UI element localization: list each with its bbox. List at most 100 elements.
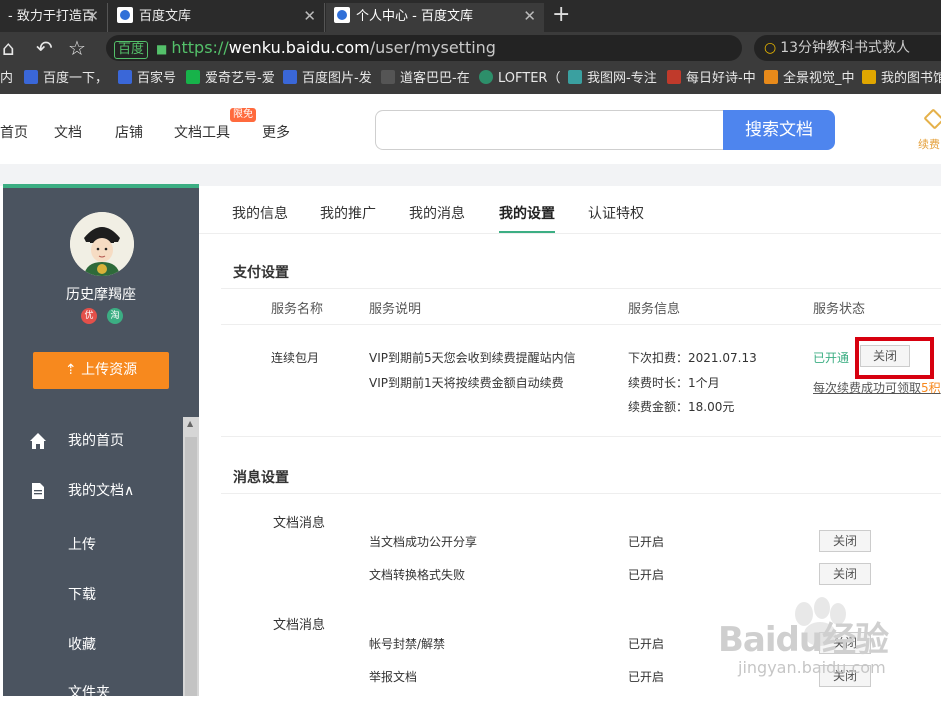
site-badge: 百度	[114, 41, 149, 59]
message-row-label: 举报文档	[369, 670, 418, 684]
bookmark[interactable]: 内	[0, 64, 13, 94]
bookmark-label: 百度一下，	[43, 71, 109, 86]
message-row-status: 已开启	[628, 535, 665, 549]
sidebar-sub-folders[interactable]: 文件夹	[68, 682, 110, 702]
close-button[interactable]: 关闭	[819, 563, 871, 585]
nav-docs[interactable]: 文档	[54, 122, 82, 142]
renew-reward-text: 每次续费成功可领取	[813, 381, 922, 395]
status-badge: 已开通	[813, 351, 850, 365]
tab-title: 个人中心 - 百度文库	[356, 9, 473, 24]
nav-home[interactable]: 首页	[0, 122, 28, 142]
username: 历史摩羯座	[66, 287, 136, 303]
iqiyi-icon	[186, 70, 200, 84]
close-icon[interactable]: ✕	[303, 3, 316, 30]
document-icon	[32, 483, 44, 499]
avatar[interactable]	[70, 212, 134, 276]
divider	[221, 436, 941, 437]
paw-icon	[283, 70, 297, 84]
page-background-band	[0, 164, 941, 186]
browser-search-box[interactable]: ○ 13分钟教科书式救人	[754, 35, 941, 61]
lock-icon: ■	[156, 42, 168, 56]
sidebar-sub-download[interactable]: 下载	[68, 584, 96, 604]
url-scheme: https://	[171, 38, 229, 57]
bookmark[interactable]: 百度一下，	[24, 64, 108, 94]
renew-reward-highlight: 5积	[921, 381, 941, 395]
home-icon[interactable]: ⌂	[2, 36, 15, 60]
address-bar[interactable]: 百度 ■ https://wenku.baidu.com/user/mysettin…	[106, 35, 826, 61]
search-docs-button[interactable]: 搜索文档	[723, 110, 835, 150]
scrollbar-thumb[interactable]	[185, 437, 197, 696]
bookmark[interactable]: LOFTER（	[479, 64, 560, 94]
bookmark-label: LOFTER（	[498, 71, 561, 86]
tab-my-settings[interactable]: 我的设置	[499, 203, 555, 223]
house-icon	[30, 433, 46, 449]
bookmark[interactable]: 全景视觉_中	[764, 64, 855, 94]
paw-icon	[24, 70, 38, 84]
browser-tab-1[interactable]: - 致力于打造百 ✕	[0, 3, 108, 32]
watermark-text: Baidu经验	[718, 620, 889, 660]
taobao-badge: 淘	[107, 308, 123, 324]
bookmark[interactable]: 百家号	[118, 64, 176, 94]
sidebar-sub-upload[interactable]: 上传	[68, 534, 96, 554]
bookmark-label: 百家号	[137, 71, 177, 86]
lofter-icon	[479, 70, 493, 84]
tab-title: - 致力于打造百	[8, 9, 95, 24]
doc-search-input[interactable]	[376, 111, 725, 149]
bookmark[interactable]: 道客巴巴-在	[381, 64, 470, 94]
tab-my-info[interactable]: 我的信息	[232, 203, 288, 223]
sidebar-item-label: 我的首页	[68, 433, 124, 449]
bookmark[interactable]: 我图网-专注	[568, 64, 657, 94]
nav-shops[interactable]: 店铺	[115, 122, 143, 142]
bookmark[interactable]: 每日好诗-中	[667, 64, 756, 94]
bookmark[interactable]: 我的图书馆	[862, 64, 941, 94]
scroll-up-icon[interactable]: ▲	[187, 419, 193, 428]
excellent-badge: 优	[81, 308, 97, 324]
message-row-label: 文档转换格式失败	[369, 568, 466, 582]
doc-search-field[interactable]	[375, 110, 725, 150]
new-tab-button[interactable]: +	[552, 2, 570, 28]
sidebar-item-my-docs[interactable]: 我的文档∧	[3, 471, 183, 511]
browser-tab-2[interactable]: 百度文库 ✕	[109, 3, 325, 32]
sidebar-accent-bar	[3, 184, 199, 188]
close-icon[interactable]: ✕	[523, 3, 536, 30]
bookmark[interactable]: 爱奇艺号-爱	[186, 64, 275, 94]
limited-free-badge: 限免	[230, 108, 256, 122]
star-icon[interactable]: ☆	[68, 36, 86, 60]
nav-doc-tools[interactable]: 文档工具	[174, 122, 230, 142]
service-info-line: 下次扣费：2021.07.13	[628, 351, 757, 365]
tab-certification[interactable]: 认证特权	[588, 203, 644, 223]
upload-resource-button[interactable]: ⇡ 上传资源	[33, 352, 169, 389]
sidebar-sub-favorites[interactable]: 收藏	[68, 634, 96, 654]
paw-icon	[117, 7, 133, 23]
close-icon[interactable]: ✕	[86, 3, 99, 30]
close-button[interactable]: 关闭	[819, 530, 871, 552]
tab-title: 百度文库	[139, 9, 192, 24]
bookmark-label: 爱奇艺号-爱	[205, 71, 275, 86]
message-row-status: 已开启	[628, 637, 665, 651]
renew-label[interactable]: 续费	[918, 136, 940, 152]
paw-icon	[118, 70, 132, 84]
ooopic-icon	[568, 70, 582, 84]
browser-toolbar: ⌂ ↶ ☆ 百度 ■ https://wenku.baidu.com/user/my…	[0, 32, 941, 64]
sidebar-scrollbar[interactable]: ▲	[183, 417, 199, 696]
diamond-icon[interactable]	[923, 108, 941, 130]
undo-icon[interactable]: ↶	[36, 36, 53, 60]
bookmarks-bar: 内 百度一下， 百家号 爱奇艺号-爱 百度图片-发 道客巴巴-在 LOFTER（…	[0, 64, 941, 94]
search-icon: ○	[764, 40, 777, 56]
active-tab-indicator	[499, 231, 555, 233]
message-row-status: 已开启	[628, 568, 665, 582]
divider	[221, 288, 941, 289]
library-icon	[862, 70, 876, 84]
bookmark[interactable]: 百度图片-发	[283, 64, 372, 94]
tab-my-promotion[interactable]: 我的推广	[320, 203, 376, 223]
sidebar-item-home[interactable]: 我的首页	[3, 421, 183, 461]
nav-more[interactable]: 更多	[262, 122, 290, 142]
browser-tab-3-active[interactable]: 个人中心 - 百度文库 ✕	[326, 3, 544, 32]
watermark-url: jingyan.baidu.com	[738, 658, 886, 677]
url-host: wenku.baidu.com	[228, 38, 370, 57]
renew-reward-link[interactable]: 每次续费成功可领取5积	[813, 379, 941, 396]
bookmark-label: 我图网-专注	[587, 71, 657, 86]
site-header: 首页 文档 店铺 文档工具 限免 更多 搜索文档 续费	[0, 94, 941, 164]
tab-my-messages[interactable]: 我的消息	[409, 203, 465, 223]
col-service-status: 服务状态	[813, 302, 866, 317]
